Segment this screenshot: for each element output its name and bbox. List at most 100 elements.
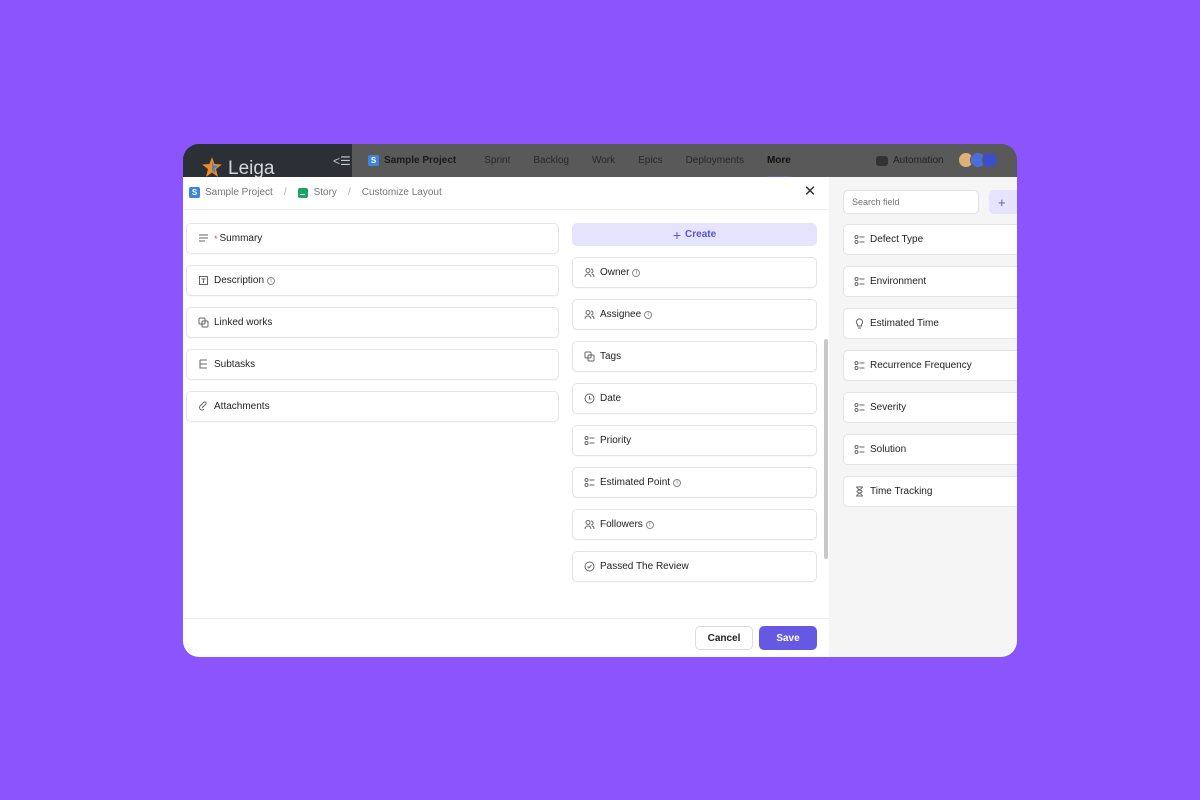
field-label: Estimated Point [600, 477, 671, 488]
field-label: Tags [600, 351, 622, 362]
field-severity[interactable]: Severity [843, 392, 1017, 423]
select-icon [854, 444, 865, 455]
plus-icon: + [672, 226, 682, 243]
app-nav: S Sample Project Sprint Backlog Work Epi… [368, 144, 814, 178]
field-label: Estimated Time [870, 318, 939, 329]
description-icon [198, 275, 209, 286]
link-copy-icon [198, 317, 209, 328]
select-icon [584, 435, 595, 446]
breadcrumb-type[interactable]: Story [314, 187, 337, 198]
field-environment[interactable]: Environment [843, 266, 1017, 297]
available-fields-panel: + Defect Type Environment Estimated Time… [829, 177, 1017, 657]
automation-label: Automation [893, 155, 944, 166]
breadcrumb-page: Customize Layout [361, 187, 442, 198]
breadcrumb: S Sample Project / Story / Customize Lay… [189, 187, 442, 198]
field-subtasks[interactable]: Subtasks [186, 349, 559, 380]
field-solution[interactable]: Solution [843, 434, 1017, 465]
save-button[interactable]: Save [759, 626, 817, 650]
field-assignee[interactable]: Assignee i [572, 299, 817, 330]
robot-icon [876, 155, 888, 166]
tags-icon [584, 351, 595, 362]
field-label: Attachments [214, 401, 270, 412]
field-recurrence-frequency[interactable]: Recurrence Frequency [843, 350, 1017, 381]
nav-epics[interactable]: Epics [638, 155, 662, 166]
avatar [982, 152, 998, 168]
field-date[interactable]: Date [572, 383, 817, 414]
avatar-group[interactable] [958, 152, 998, 168]
info-icon[interactable]: i [267, 276, 276, 285]
field-label: Time Tracking [870, 486, 933, 497]
field-label: Environment [870, 276, 927, 287]
field-priority[interactable]: Priority [572, 425, 817, 456]
field-label: Severity [870, 402, 907, 413]
project-badge-icon: S [189, 187, 200, 198]
field-label: Recurrence Frequency [870, 360, 972, 371]
field-label: Subtasks [214, 359, 256, 370]
automation-button[interactable]: Automation [876, 155, 944, 166]
search-field-input[interactable] [843, 190, 979, 214]
info-icon[interactable]: i [644, 310, 653, 319]
breadcrumb-project[interactable]: Sample Project [205, 187, 273, 198]
nav-more[interactable]: More [766, 155, 791, 178]
customize-layout-dialog: S Sample Project / Story / Customize Lay… [183, 177, 829, 657]
field-label: Solution [870, 444, 907, 455]
create-label: Create [685, 229, 717, 240]
field-time-tracking[interactable]: Time Tracking [843, 476, 1017, 507]
bulb-icon [854, 318, 865, 329]
select-icon [854, 234, 865, 245]
project-badge-icon: S [368, 155, 379, 166]
nav-deployments[interactable]: Deployments [686, 155, 744, 166]
nav-sprint[interactable]: Sprint [484, 155, 510, 166]
field-tags[interactable]: Tags [572, 341, 817, 372]
nav-work[interactable]: Work [592, 155, 615, 166]
info-icon[interactable]: i [632, 268, 641, 277]
field-label: Followers [600, 519, 643, 530]
field-label: Linked works [214, 317, 273, 328]
field-label: Description [214, 275, 265, 286]
close-icon[interactable]: ✕ [803, 184, 817, 199]
users-icon [584, 519, 595, 530]
tree-icon [198, 359, 209, 370]
lines-icon [198, 233, 209, 244]
field-label: Defect Type [870, 234, 924, 245]
story-type-icon [297, 187, 308, 198]
select-icon [854, 360, 865, 371]
info-icon[interactable]: i [645, 520, 654, 529]
field-estimated-time[interactable]: Estimated Time [843, 308, 1017, 339]
nav-backlog[interactable]: Backlog [533, 155, 569, 166]
field-followers[interactable]: Followers i [572, 509, 817, 540]
field-summary[interactable]: * Summary [186, 223, 559, 254]
collapse-sidebar-icon[interactable]: <☰ [333, 154, 351, 168]
field-label: Passed The Review [600, 561, 689, 572]
hourglass-icon [854, 486, 865, 497]
clock-icon [584, 393, 595, 404]
select-icon [584, 477, 595, 488]
scrollbar[interactable] [824, 339, 828, 559]
field-passed-the-review[interactable]: Passed The Review [572, 551, 817, 582]
field-attachments[interactable]: Attachments [186, 391, 559, 422]
field-label: Summary [219, 233, 263, 244]
check-circle-icon [584, 561, 595, 572]
field-label: Date [600, 393, 622, 404]
field-label: Priority [600, 435, 632, 446]
nav-project-label: Sample Project [384, 155, 457, 166]
info-icon[interactable]: i [673, 478, 682, 487]
users-icon [584, 309, 595, 320]
field-description[interactable]: Description i [186, 265, 559, 296]
cancel-button[interactable]: Cancel [695, 626, 753, 650]
create-field-button[interactable]: + Create [572, 223, 817, 246]
users-icon [584, 267, 595, 278]
divider [183, 618, 829, 619]
field-estimated-point[interactable]: Estimated Point i [572, 467, 817, 498]
app-window: Leiga <☰ S Sample Project Sprint Backlog… [183, 144, 1017, 657]
paperclip-icon [198, 401, 209, 412]
field-defect-type[interactable]: Defect Type [843, 224, 1017, 255]
field-linked-works[interactable]: Linked works [186, 307, 559, 338]
nav-project[interactable]: S Sample Project [368, 155, 456, 166]
field-owner[interactable]: Owner i [572, 257, 817, 288]
select-icon [854, 276, 865, 287]
add-field-button[interactable]: + [989, 190, 1017, 214]
divider [183, 209, 829, 210]
select-icon [854, 402, 865, 413]
required-marker: * [214, 233, 218, 244]
